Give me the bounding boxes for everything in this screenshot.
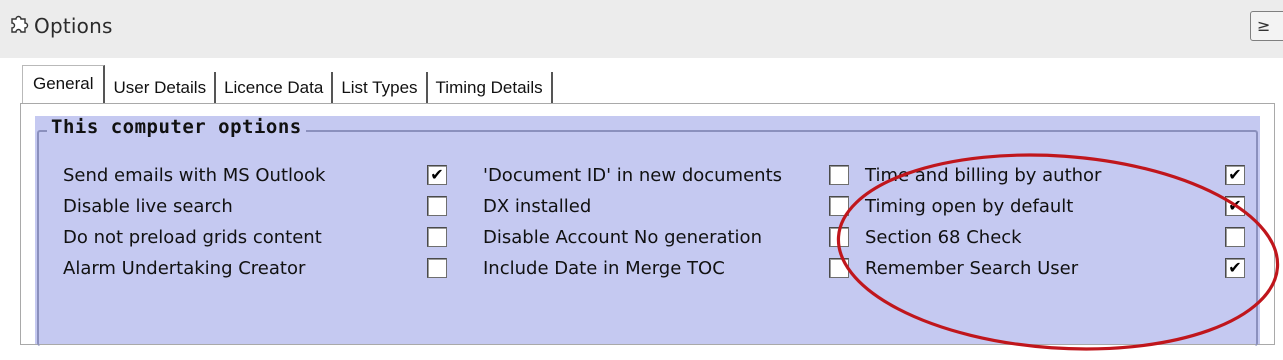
option-checkbox[interactable]: [1225, 227, 1245, 247]
option-label: Remember Search User: [865, 258, 1079, 279]
option-checkbox[interactable]: ✔: [427, 165, 447, 185]
option-label: Do not preload grids content: [63, 227, 322, 248]
tab-panel-general: This computer options Send emails with M…: [20, 103, 1275, 346]
option-label: Include Date in Merge TOC: [483, 258, 725, 279]
window-corner-button[interactable]: ≥: [1250, 11, 1283, 41]
option-checkbox[interactable]: [829, 165, 849, 185]
options-dialog: General User Details Licence Data List T…: [0, 58, 1283, 360]
option-checkbox[interactable]: [829, 196, 849, 216]
option-checkbox[interactable]: ✔: [1225, 196, 1245, 216]
window-title: Options: [34, 14, 113, 38]
tab-list-types[interactable]: List Types: [333, 72, 428, 104]
option-checkbox[interactable]: ✔: [1225, 165, 1245, 185]
puzzle-icon: [11, 15, 29, 33]
computer-options-group: This computer options Send emails with M…: [35, 116, 1260, 346]
option-label: Timing open by default: [865, 196, 1074, 217]
option-label: 'Document ID' in new documents: [483, 165, 783, 186]
option-label: Alarm Undertaking Creator: [63, 258, 306, 279]
tab-timing-details[interactable]: Timing Details: [428, 72, 553, 104]
option-checkbox[interactable]: [427, 196, 447, 216]
title-bar: Options ≥: [0, 0, 1283, 58]
option-checkbox[interactable]: [427, 258, 447, 278]
option-label: Time and billing by author: [865, 165, 1102, 186]
option-label: Disable live search: [63, 196, 233, 217]
option-label: Section 68 Check: [865, 227, 1022, 248]
option-checkbox[interactable]: [829, 227, 849, 247]
option-label: DX installed: [483, 196, 592, 217]
option-checkbox[interactable]: [829, 258, 849, 278]
option-checkbox[interactable]: [427, 227, 447, 247]
tab-general[interactable]: General: [22, 65, 106, 104]
tab-strip: General User Details Licence Data List T…: [22, 65, 553, 104]
option-label: Send emails with MS Outlook: [63, 165, 326, 186]
tab-licence-data[interactable]: Licence Data: [216, 72, 334, 104]
option-label: Disable Account No generation: [483, 227, 762, 248]
group-title: This computer options: [47, 116, 306, 138]
tab-user-details[interactable]: User Details: [105, 72, 217, 104]
option-checkbox[interactable]: ✔: [1225, 258, 1245, 278]
